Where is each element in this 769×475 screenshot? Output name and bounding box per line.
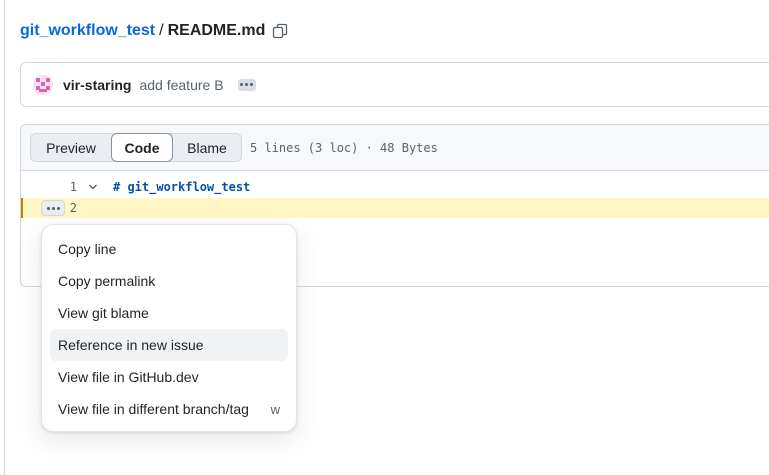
- code-text: # git_workflow_test: [113, 180, 251, 194]
- avatar[interactable]: [33, 74, 53, 95]
- breadcrumb: git_workflow_test / README.md: [20, 20, 289, 42]
- left-divider: [4, 0, 5, 475]
- menu-item-copy-line[interactable]: Copy line: [50, 233, 288, 265]
- view-mode-toggle: Preview Code Blame: [30, 133, 242, 162]
- kebab-horizontal-icon[interactable]: [237, 78, 256, 91]
- menu-item-label: View git blame: [58, 305, 149, 321]
- menu-item-label: Copy permalink: [58, 273, 156, 289]
- line-number[interactable]: 1: [57, 180, 77, 194]
- menu-item-label: View file in GitHub.dev: [58, 369, 199, 385]
- breadcrumb-separator: /: [159, 22, 164, 39]
- page: git_workflow_test / README.md vir-starin…: [0, 0, 769, 475]
- breadcrumb-file-name: README.md: [167, 22, 266, 39]
- menu-item-label: Copy line: [58, 241, 117, 257]
- latest-commit-bar: vir-staring add feature B: [20, 62, 769, 107]
- breadcrumb-repo-link[interactable]: git_workflow_test: [20, 22, 155, 40]
- tab-code[interactable]: Code: [111, 133, 173, 162]
- file-stats: 5 lines (3 loc) · 48 Bytes: [250, 140, 438, 155]
- commit-author-link[interactable]: vir-staring: [63, 77, 131, 93]
- menu-item-view-git-blame[interactable]: View git blame: [50, 297, 288, 329]
- chevron-down-icon[interactable]: [87, 181, 99, 193]
- code-line-highlighted: 2: [21, 198, 769, 218]
- file-header: Preview Code Blame 5 lines (3 loc) · 48 …: [21, 125, 769, 171]
- menu-item-reference-in-new-issue[interactable]: Reference in new issue: [50, 329, 288, 361]
- code-line: 1 # git_workflow_test: [21, 177, 769, 197]
- menu-item-view-in-github-dev[interactable]: View file in GitHub.dev: [50, 361, 288, 393]
- keyboard-shortcut: w: [270, 401, 280, 417]
- menu-item-view-different-branch[interactable]: View file in different branch/tag w: [50, 393, 288, 425]
- commit-message-link[interactable]: add feature B: [139, 77, 223, 93]
- menu-item-label: View file in different branch/tag: [58, 401, 249, 417]
- menu-item-label: Reference in new issue: [58, 337, 204, 353]
- copy-icon[interactable]: [271, 22, 289, 40]
- tab-preview[interactable]: Preview: [31, 134, 111, 161]
- line-number[interactable]: 2: [21, 201, 77, 215]
- line-options-menu: Copy line Copy permalink View git blame …: [41, 224, 297, 432]
- menu-item-copy-permalink[interactable]: Copy permalink: [50, 265, 288, 297]
- tab-blame[interactable]: Blame: [173, 134, 241, 161]
